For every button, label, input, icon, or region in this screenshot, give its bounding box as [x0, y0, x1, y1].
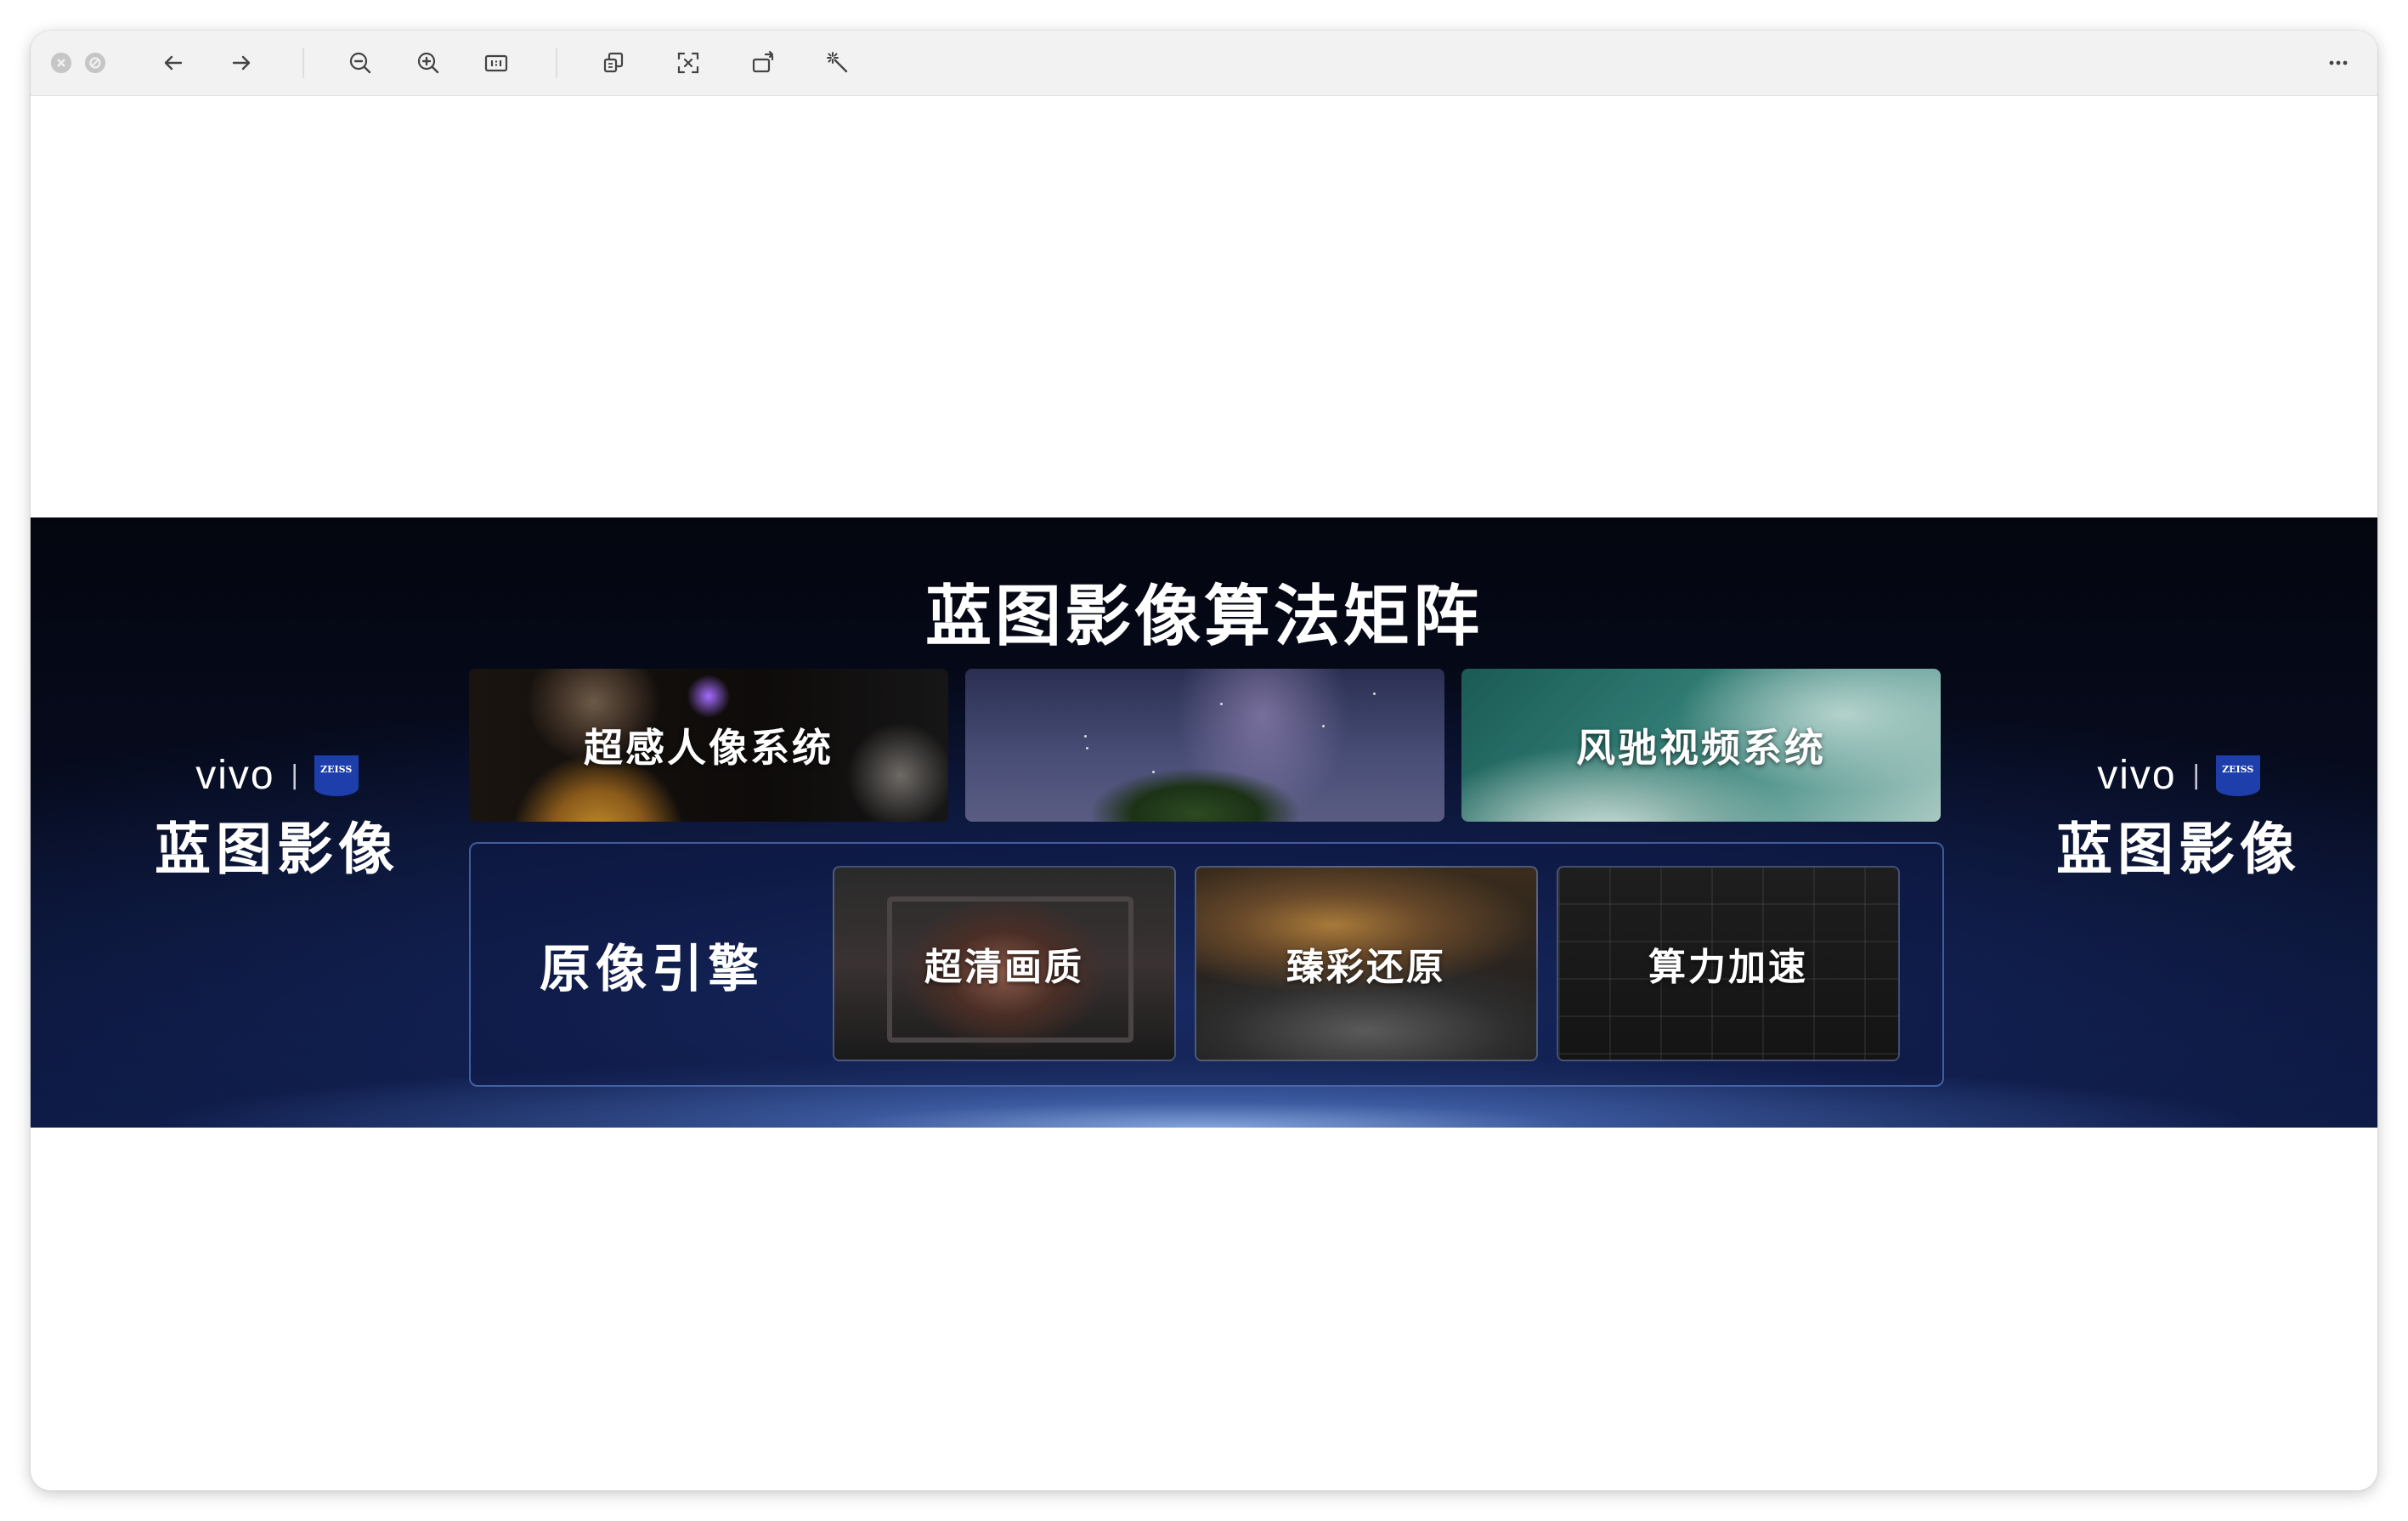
vivo-logo: vivo [2097, 753, 2177, 798]
sub-card-label: 臻彩还原 [1286, 946, 1446, 989]
engine-panel: 原像引擎 超清画质 臻彩还原 算力加速 [469, 842, 1944, 1087]
toolbar [31, 31, 2377, 96]
copy-button[interactable] [600, 49, 627, 76]
rotate-button[interactable] [749, 49, 777, 76]
vivo-logo: vivo [195, 753, 275, 798]
close-button[interactable] [51, 53, 71, 73]
magic-wand-icon [827, 52, 848, 73]
toolbar-divider [556, 48, 557, 78]
copy-icon [603, 52, 624, 73]
zoom-in-button[interactable] [415, 49, 442, 76]
brand-name: 蓝图影像 [155, 817, 399, 882]
sub-card-label: 超清画质 [924, 946, 1084, 989]
card-label: 超感人像系统 [584, 725, 834, 771]
more-horizontal-icon [2329, 60, 2348, 65]
rotate-icon [752, 50, 774, 73]
zoom-out-icon [349, 52, 371, 74]
engine-sub-card: 臻彩还原 [1195, 866, 1538, 1061]
engine-sub-card: 算力加速 [1557, 866, 1900, 1061]
slide-image: 蓝图影像算法矩阵 vivo | ZEISS 蓝图影像 vivo | ZEISS … [31, 517, 2377, 1128]
arrow-left-icon [164, 55, 183, 71]
slide-title: 蓝图影像算法矩阵 [924, 579, 1483, 655]
sub-card-label: 算力加速 [1648, 946, 1808, 989]
night-sky-card [965, 669, 1444, 822]
video-system-card: 风驰视频系统 [1461, 669, 1941, 822]
crop-button[interactable] [675, 49, 702, 76]
minimize-button[interactable] [85, 53, 105, 73]
image-canvas: 蓝图影像算法矩阵 vivo | ZEISS 蓝图影像 vivo | ZEISS … [31, 96, 2377, 1490]
brand-name: 蓝图影像 [2056, 817, 2301, 882]
brand-divider: | [290, 760, 299, 790]
brand-divider: | [2191, 760, 2201, 790]
forward-button[interactable] [228, 49, 255, 76]
minimize-icon [85, 53, 105, 73]
brand-left: vivo | ZEISS 蓝图影像 [150, 752, 404, 885]
engine-label: 原像引擎 [540, 939, 764, 999]
engine-sub-card: 超清画质 [833, 866, 1176, 1061]
more-button[interactable] [2325, 49, 2352, 76]
actual-size-icon [484, 54, 508, 72]
card-label: 风驰视频系统 [1576, 725, 1826, 771]
toolbar-divider [302, 48, 304, 78]
back-button[interactable] [160, 49, 187, 76]
zeiss-logo: ZEISS [2215, 755, 2260, 796]
actual-size-button[interactable] [483, 49, 510, 76]
brand-right: vivo | ZEISS 蓝图影像 [2051, 752, 2306, 885]
close-icon [51, 53, 71, 73]
crop-icon [677, 52, 699, 74]
magic-wand-button[interactable] [824, 49, 851, 76]
zeiss-logo: ZEISS [314, 755, 359, 796]
zoom-in-icon [417, 52, 439, 74]
portrait-system-card: 超感人像系统 [469, 669, 948, 822]
image-viewer-window: 蓝图影像算法矩阵 vivo | ZEISS 蓝图影像 vivo | ZEISS … [31, 31, 2377, 1490]
arrow-right-icon [232, 55, 251, 71]
zoom-out-button[interactable] [347, 49, 374, 76]
